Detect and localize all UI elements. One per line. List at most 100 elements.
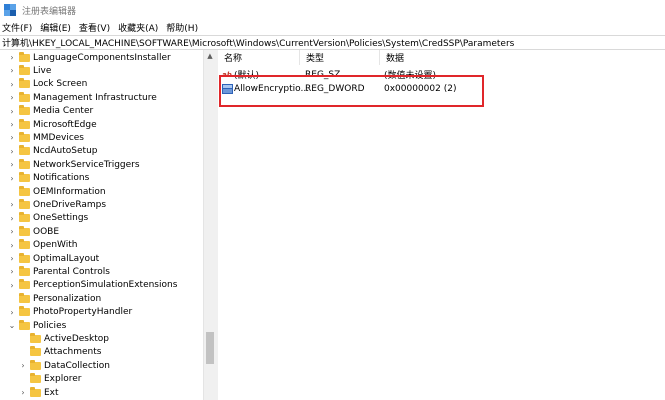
tree-node[interactable]: › NetworkServiceTriggers xyxy=(8,158,140,171)
tree-node[interactable]: OEMInformation xyxy=(8,185,106,198)
column-data-header[interactable]: 数据 xyxy=(380,50,665,65)
key-tree[interactable]: › LanguageComponentsInstaller › Live › Lock S… xyxy=(0,50,203,400)
chevron-right-icon[interactable]: › xyxy=(8,198,16,211)
chevron-right-icon[interactable]: › xyxy=(8,91,16,104)
tree-node[interactable]: Attachments xyxy=(19,346,101,359)
tree-node[interactable]: › Media Center xyxy=(8,105,93,118)
tree-node-label: MicrosoftEdge xyxy=(33,119,97,130)
chevron-right-icon[interactable]: › xyxy=(8,225,16,238)
folder-icon xyxy=(19,212,30,223)
tree-node-label: Ext xyxy=(44,387,59,398)
chevron-right-icon[interactable]: › xyxy=(8,105,16,118)
scroll-thumb[interactable] xyxy=(206,332,214,364)
tree-node-label: Lock Screen xyxy=(33,79,88,90)
folder-icon xyxy=(19,131,30,142)
tree-node-label: OneDriveRamps xyxy=(33,199,107,210)
folder-icon xyxy=(19,292,30,303)
tree-node[interactable]: › PerceptionSimulationExtensions xyxy=(8,279,177,292)
tree-node[interactable]: › Lock Screen xyxy=(8,78,87,91)
tree-node[interactable]: › MicrosoftEdge xyxy=(8,118,97,131)
tree-node[interactable]: › Notifications xyxy=(8,172,89,185)
tree-node[interactable]: ActiveDesktop xyxy=(19,332,109,345)
chevron-right-icon[interactable]: › xyxy=(8,212,16,225)
folder-icon xyxy=(19,279,30,290)
chevron-right-icon[interactable]: › xyxy=(8,265,16,278)
folder-icon xyxy=(19,172,30,183)
folder-icon xyxy=(19,198,30,209)
tree-node-label: Parental Controls xyxy=(33,266,110,277)
window-title: 注册表编辑器 xyxy=(22,6,77,17)
folder-icon xyxy=(19,158,30,169)
tree-node[interactable]: › OOBE xyxy=(8,225,59,238)
expander-placeholder xyxy=(8,185,16,198)
tree-node[interactable]: › Management Infrastructure xyxy=(8,91,157,104)
registry-editor-icon xyxy=(4,4,16,16)
tree-node[interactable]: › LanguageComponentsInstaller xyxy=(8,51,171,64)
chevron-right-icon[interactable]: › xyxy=(19,386,27,399)
tree-node-label: Personalization xyxy=(33,293,102,304)
tree-node[interactable]: › MMDevices xyxy=(8,131,84,144)
chevron-right-icon[interactable]: › xyxy=(8,172,16,185)
folder-icon xyxy=(19,91,30,102)
chevron-right-icon[interactable]: › xyxy=(19,359,27,372)
address-path[interactable]: 计算机\HKEY_LOCAL_MACHINE\SOFTWARE\Microsof… xyxy=(2,36,514,49)
tree-node[interactable]: › OpenWith xyxy=(8,239,77,252)
tree-node[interactable]: › PhotoPropertyHandler xyxy=(8,306,132,319)
folder-icon xyxy=(30,332,41,343)
menu-view[interactable]: 查看(V) xyxy=(75,21,114,34)
folder-icon xyxy=(19,319,30,330)
chevron-right-icon[interactable]: › xyxy=(8,252,16,265)
chevron-right-icon[interactable]: › xyxy=(8,118,16,131)
tree-node[interactable]: › OptimalLayout xyxy=(8,252,99,265)
tree-node-label: OOBE xyxy=(33,226,60,237)
menu-edit[interactable]: 编辑(E) xyxy=(36,21,75,34)
tree-node-label: OpenWith xyxy=(33,240,78,251)
chevron-right-icon[interactable]: › xyxy=(8,158,16,171)
chevron-right-icon[interactable]: › xyxy=(8,306,16,319)
tree-node[interactable]: ⌄ Policies xyxy=(8,319,66,332)
tree-node-label: ActiveDesktop xyxy=(44,333,109,344)
tree-node[interactable]: Explorer xyxy=(19,373,81,386)
folder-icon xyxy=(30,346,41,357)
column-type-header[interactable]: 类型 xyxy=(300,50,380,65)
folder-icon xyxy=(30,373,41,384)
folder-icon xyxy=(19,225,30,236)
tree-node-label: Management Infrastructure xyxy=(33,92,157,103)
chevron-right-icon[interactable]: › xyxy=(8,64,16,77)
tree-node-label: OEMInformation xyxy=(33,186,106,197)
tree-node[interactable]: › Ext xyxy=(19,386,59,399)
menu-favorites[interactable]: 收藏夹(A) xyxy=(114,21,162,34)
title-bar: 注册表编辑器 xyxy=(0,0,665,20)
chevron-right-icon[interactable]: › xyxy=(8,279,16,292)
tree-node-label: PerceptionSimulationExtensions xyxy=(33,280,178,291)
chevron-right-icon[interactable]: › xyxy=(8,239,16,252)
tree-node[interactable]: › Parental Controls xyxy=(8,265,110,278)
tree-node[interactable]: › OneSettings xyxy=(8,212,88,225)
tree-node[interactable]: › NcdAutoSetup xyxy=(8,145,98,158)
tree-node-label: OptimalLayout xyxy=(33,253,100,264)
tree-node[interactable]: Personalization xyxy=(8,292,101,305)
tree-node[interactable]: › DataCollection xyxy=(19,359,110,372)
chevron-right-icon[interactable]: › xyxy=(8,78,16,91)
address-bar[interactable]: 计算机\HKEY_LOCAL_MACHINE\SOFTWARE\Microsof… xyxy=(0,35,665,50)
folder-icon xyxy=(19,51,30,62)
tree-node[interactable]: › OneDriveRamps xyxy=(8,198,106,211)
chevron-down-icon[interactable]: ⌄ xyxy=(8,319,16,332)
folder-icon xyxy=(19,252,30,263)
tree-scrollbar[interactable]: ▲ xyxy=(203,50,215,400)
tree-node[interactable]: › Live xyxy=(8,64,51,77)
menu-help[interactable]: 帮助(H) xyxy=(162,21,202,34)
menu-file[interactable]: 文件(F) xyxy=(0,21,36,34)
tree-node-label: NcdAutoSetup xyxy=(33,146,98,157)
folder-icon xyxy=(19,306,30,317)
chevron-right-icon[interactable]: › xyxy=(8,51,16,64)
expander-placeholder xyxy=(19,373,27,386)
column-name-header[interactable]: 名称 xyxy=(218,50,300,65)
menu-bar: 文件(F) 编辑(E) 查看(V) 收藏夹(A) 帮助(H) xyxy=(0,20,665,35)
tree-node-label: OneSettings xyxy=(33,213,89,224)
tree-node-label: Media Center xyxy=(33,106,94,117)
chevron-right-icon[interactable]: › xyxy=(8,131,16,144)
folder-icon xyxy=(19,64,30,75)
chevron-right-icon[interactable]: › xyxy=(8,145,16,158)
tree-node-label: Policies xyxy=(33,320,67,331)
